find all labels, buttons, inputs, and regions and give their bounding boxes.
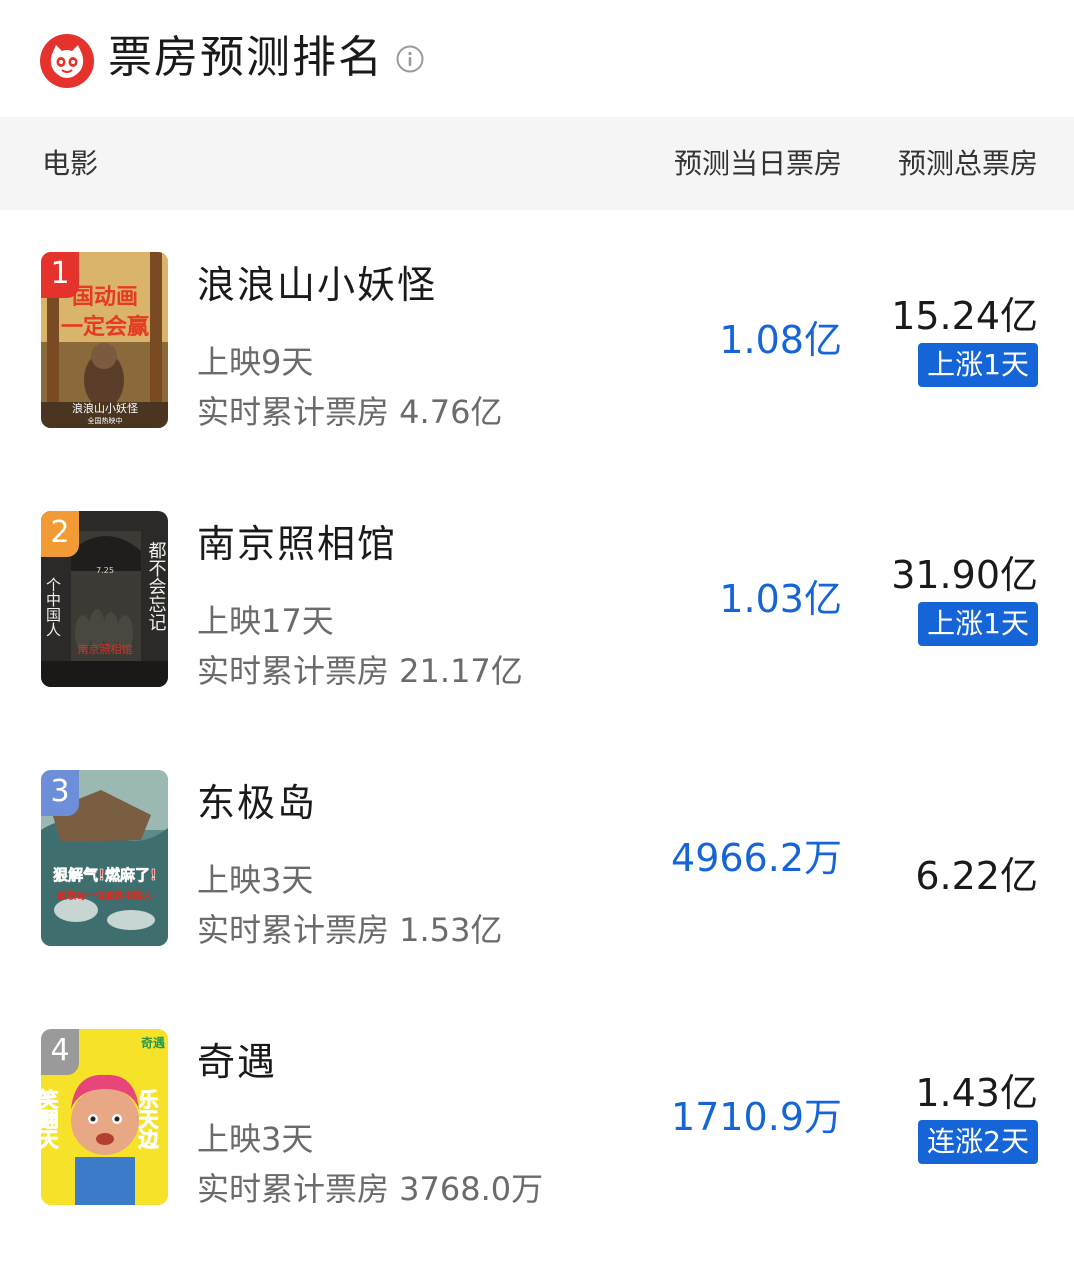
total-forecast-value: 31.90亿 — [891, 553, 1038, 597]
list-item[interactable]: 7.25 南京照相馆 个中国人 都不会忘记 2 南京照相馆 上映17天 实时累计… — [0, 511, 1074, 770]
movie-poster[interactable]: 笑翻天 乐天边 奇遇 4 — [41, 1029, 168, 1205]
svg-text:全国热映中: 全国热映中 — [88, 416, 123, 425]
movie-title[interactable]: 浪浪山小妖怪 — [197, 260, 437, 310]
column-total-forecast[interactable]: 预测总票房 — [898, 144, 1038, 184]
rank-badge: 3 — [41, 770, 79, 816]
movie-poster[interactable]: 7.25 南京照相馆 个中国人 都不会忘记 2 — [41, 511, 168, 687]
day-forecast-value: 1.08亿 — [719, 318, 842, 362]
total-forecast-value: 15.24亿 — [891, 294, 1038, 338]
svg-text:一定会赢: 一定会赢 — [61, 314, 149, 340]
trend-badge: 上涨1天 — [918, 602, 1038, 646]
release-days: 上映9天 — [197, 343, 314, 381]
release-days: 上映17天 — [197, 602, 334, 640]
cumulative-box-office: 实时累计票房 1.53亿 — [197, 911, 503, 949]
total-forecast-value: 6.22亿 — [915, 854, 1038, 898]
release-days: 上映3天 — [197, 861, 314, 899]
movie-poster[interactable]: 狠解气!燃麻了! 致敬每一位血性中国人 3 — [41, 770, 168, 946]
svg-text:乐天边: 乐天边 — [135, 1089, 159, 1150]
svg-text:致敬每一位血性中国人: 致敬每一位血性中国人 — [57, 890, 153, 902]
svg-text:浪浪山小妖怪: 浪浪山小妖怪 — [72, 401, 138, 415]
svg-text:奇遇: 奇遇 — [141, 1035, 165, 1050]
trend-badge: 上涨1天 — [918, 343, 1038, 387]
movie-title[interactable]: 南京照相馆 — [197, 519, 397, 569]
day-forecast-value: 4966.2万 — [671, 836, 842, 880]
rank-badge: 2 — [41, 511, 79, 557]
movie-title[interactable]: 东极岛 — [197, 778, 317, 828]
page-header: 票房预测排名 — [0, 0, 1074, 118]
svg-text:都不会忘记: 都不会忘记 — [146, 541, 167, 631]
total-forecast-value: 1.43亿 — [915, 1071, 1038, 1115]
svg-text:笑翻天: 笑翻天 — [41, 1088, 59, 1150]
rank-badge: 1 — [41, 252, 79, 298]
list-item[interactable]: 狠解气!燃麻了! 致敬每一位血性中国人 3 东极岛 上映3天 实时累计票房 1.… — [0, 770, 1074, 1029]
rank-badge: 4 — [41, 1029, 79, 1075]
svg-text:南京照相馆: 南京照相馆 — [78, 642, 133, 656]
column-header: 电影 预测当日票房 预测总票房 — [0, 117, 1074, 210]
svg-text:狠解气!燃麻了!: 狠解气!燃麻了! — [53, 866, 157, 884]
trend-badge: 连涨2天 — [918, 1120, 1038, 1164]
svg-text:个中国人: 个中国人 — [44, 577, 62, 637]
column-day-forecast[interactable]: 预测当日票房 — [674, 144, 842, 184]
list-item[interactable]: 笑翻天 乐天边 奇遇 4 奇遇 上映3天 实时累计票房 3768.0万 1710… — [0, 1029, 1074, 1261]
day-forecast-value: 1710.9万 — [671, 1095, 842, 1139]
svg-text:国动画: 国动画 — [72, 285, 138, 310]
cumulative-box-office: 实时累计票房 3768.0万 — [197, 1170, 544, 1208]
info-icon[interactable] — [395, 44, 425, 74]
release-days: 上映3天 — [197, 1120, 314, 1158]
cumulative-box-office: 实时累计票房 4.76亿 — [197, 393, 503, 431]
list-item[interactable]: 国动画 一定会赢 浪浪山小妖怪 全国热映中 1 浪浪山小妖怪 上映9天 实时累计… — [0, 252, 1074, 511]
movie-poster[interactable]: 国动画 一定会赢 浪浪山小妖怪 全国热映中 1 — [41, 252, 168, 428]
column-movie: 电影 — [42, 147, 99, 180]
cat-logo-icon — [40, 34, 94, 88]
day-forecast-value: 1.03亿 — [719, 577, 842, 621]
movie-title[interactable]: 奇遇 — [197, 1037, 277, 1087]
cumulative-box-office: 实时累计票房 21.17亿 — [197, 652, 523, 690]
page-title: 票房预测排名 — [108, 32, 384, 83]
svg-text:7.25: 7.25 — [96, 566, 114, 575]
